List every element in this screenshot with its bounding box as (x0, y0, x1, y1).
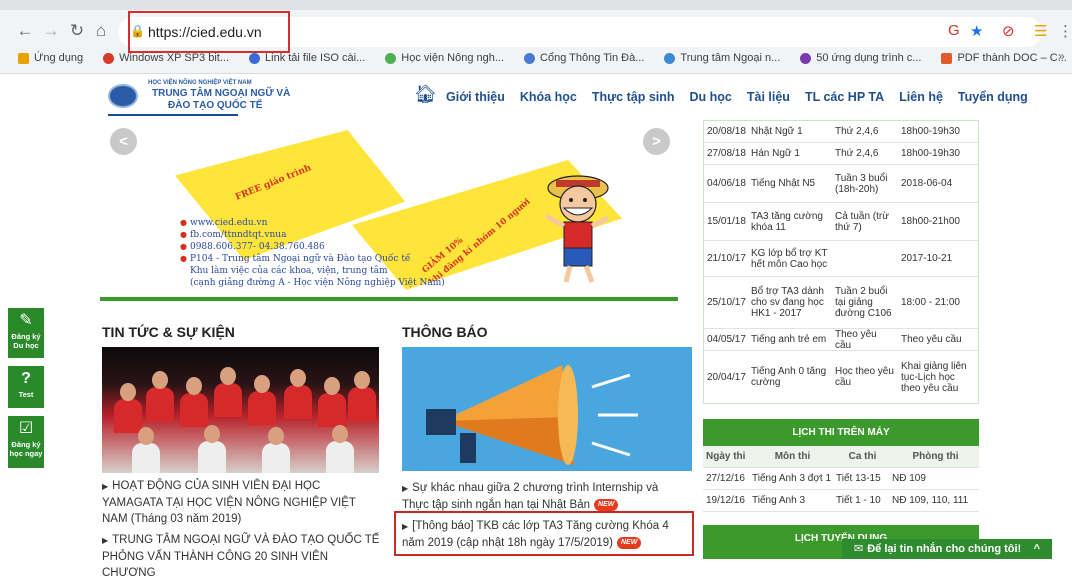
news-item[interactable]: ▶ TRUNG TÂM NGOẠI NGỮ VÀ ĐÀO TẠO QUỐC TẾ … (102, 532, 380, 581)
caret-right-icon: ▶ (402, 484, 409, 493)
adblock-icon[interactable]: ⊘ (1002, 22, 1015, 40)
bookmark-item[interactable]: 50 ứng dụng trình c... (800, 52, 921, 64)
caret-right-icon: ▶ (102, 536, 109, 545)
bookmark-star-icon[interactable]: ★ (970, 22, 983, 40)
bookmark-item[interactable]: Học viện Nông ngh... (385, 52, 504, 64)
menu-item-tai-lieu[interactable]: Tài liệu (747, 90, 790, 104)
edit-icon: ✎ (19, 312, 33, 329)
phone-icon: ● (180, 242, 187, 251)
table-header-row: Ngày thi Môn thi Ca thi Phòng thi (703, 446, 979, 468)
cartoon-character-image (544, 175, 610, 283)
bookmark-item[interactable]: Ứng dụng (18, 52, 83, 64)
logo-title-line2[interactable]: ĐÀO TẠO QUỐC TẾ (168, 100, 262, 111)
bookmark-icon (103, 52, 115, 64)
table-row[interactable]: 04/06/18 Tiếng Nhật N5 Tuần 3 buổi (18h-20… (704, 165, 978, 203)
mail-icon: ✉ (854, 543, 864, 555)
menu-icon[interactable]: ⋮ (1058, 22, 1072, 40)
table-row[interactable]: 25/10/17 Bổ trợ TA3 dành cho sv đang học … (704, 277, 978, 329)
home-browser-icon[interactable]: ⌂ (90, 20, 112, 42)
bookmark-icon (800, 52, 812, 64)
register-study-abroad-button[interactable]: ✎ Đăng ký Du học (8, 308, 44, 358)
bookmark-icon (664, 52, 676, 64)
web-icon: ● (180, 218, 187, 227)
forward-icon[interactable]: → (40, 20, 62, 42)
banner-slider: FREE giáo trình GIẢM 10% khi đăng kí nhóm… (100, 120, 678, 300)
location-icon: ● (180, 254, 187, 263)
back-icon[interactable]: ← (14, 20, 36, 42)
menu-item-gioi-thieu[interactable]: Giới thiệu (446, 90, 505, 104)
bookmark-item[interactable]: Trung tâm Ngoại n... (664, 52, 780, 64)
megaphone-icon (426, 365, 638, 465)
bookmark-icon (249, 52, 261, 64)
facebook-icon: ● (180, 230, 187, 239)
bookmark-item[interactable]: Link tải file ISO cài... (249, 52, 365, 64)
new-badge: NEW (594, 498, 619, 511)
table-row[interactable]: 04/05/17 Tiếng anh trẻ em Theo yêu cầu Theo… (704, 329, 978, 351)
tab-strip (0, 0, 1072, 10)
news-photo[interactable] (102, 347, 379, 473)
table-row[interactable]: 19/12/16 Tiếng Anh 3 Tiết 1 - 10 NĐ 109, 11… (703, 490, 979, 512)
table-row[interactable]: 20/04/17 Tiếng Anh 0 tăng cường Học theo y… (704, 351, 978, 403)
notice-item[interactable]: ▶ Sự khác nhau giữa 2 chương trình Intern… (402, 480, 688, 513)
site-header: HỌC VIỆN NÔNG NGHIỆP VIỆT NAM TRUNG TÂM … (0, 76, 1072, 120)
logo-icon[interactable] (108, 84, 138, 108)
logo-parent-org: HỌC VIỆN NÔNG NGHIỆP VIỆT NAM (148, 80, 252, 86)
menu-item-du-hoc[interactable]: Du học (690, 90, 732, 104)
bookmark-item[interactable]: PDF thành DOC – C... (941, 52, 1067, 64)
bookmark-icon (18, 52, 29, 64)
banner-underline (100, 297, 678, 301)
bookmark-icon (385, 52, 397, 64)
url-highlight-box (128, 11, 290, 53)
table-row[interactable]: 15/01/18 TA3 tăng cường khóa 11 Cả tuần (t… (704, 203, 978, 241)
checkbox-icon: ☑ (18, 420, 34, 437)
home-icon[interactable]: 🏠︎ (414, 84, 437, 105)
chevron-up-icon[interactable]: ^ (1034, 539, 1040, 559)
register-now-button[interactable]: ☑ Đăng ký học ngay (8, 416, 44, 468)
leave-message-bar[interactable]: ✉ Để lại tin nhắn cho chúng tôi! ^ (842, 539, 1052, 559)
banner-contacts: ● www.cied.edu.vn ● fb.com/ttnndtqt.vnua ●… (180, 218, 445, 288)
table-row[interactable]: 27/08/18 Hán Ngữ 1 Thứ 2,4,6 18h00-19h30 (704, 143, 978, 165)
bookmark-icon (524, 52, 536, 64)
more-bookmarks[interactable]: » (1058, 49, 1065, 63)
table-row[interactable]: 20/08/18 Nhật Ngữ 1 Thứ 2,4,6 18h00-19h30 (704, 121, 978, 143)
menu-item-thuc-tap-sinh[interactable]: Thực tập sinh (592, 90, 675, 104)
main-menu: Giới thiệu Khóa học Thực tập sinh Du học… (446, 90, 1028, 104)
test-button[interactable]: ? Test (8, 366, 44, 408)
menu-item-lien-he[interactable]: Liên hệ (899, 90, 943, 104)
bookmark-icon (941, 52, 953, 64)
slider-next-button[interactable]: > (643, 128, 670, 155)
logo-title-line1[interactable]: TRUNG TÂM NGOẠI NGỮ VÀ (152, 88, 290, 99)
reload-icon[interactable]: ↻ (66, 20, 88, 42)
extension-icon[interactable]: G (948, 22, 960, 39)
menu-item-khoa-hoc[interactable]: Khóa học (520, 90, 577, 104)
news-section-title: TIN TỨC & SỰ KIỆN (102, 324, 235, 340)
slider-prev-button[interactable]: < (110, 128, 137, 155)
megaphone-image[interactable] (402, 347, 692, 471)
caret-right-icon: ▶ (102, 482, 109, 491)
bookmark-item[interactable]: Windows XP SP3 bit... (103, 52, 229, 64)
notice-highlight-box (394, 511, 694, 556)
bookmark-item[interactable]: Cổng Thông Tin Đà... (524, 52, 644, 64)
extension-icon-2[interactable]: ☰ (1034, 22, 1047, 40)
exam-schedule-table: Ngày thi Môn thi Ca thi Phòng thi 27/12/… (703, 446, 979, 512)
notice-section-title: THÔNG BÁO (402, 324, 488, 340)
news-item[interactable]: ▶ HOẠT ĐỘNG CỦA SINH VIÊN ĐẠI HỌC YAMAGAT… (102, 478, 380, 527)
logo-underline (108, 114, 238, 116)
table-row[interactable]: 27/12/16 Tiếng Anh 3 đợt 1 Tiết 13-15 NĐ 10… (703, 468, 979, 490)
menu-item-tl-cac-hp-ta[interactable]: TL các HP TA (805, 90, 884, 104)
table-row[interactable]: 21/10/17 KG lớp bổ trợ KT hết môn Cao học… (704, 241, 978, 277)
exam-schedule-title: LỊCH THI TRÊN MÁY (703, 419, 979, 446)
course-schedule-table: 20/08/18 Nhật Ngữ 1 Thứ 2,4,6 18h00-19h30 2… (703, 120, 979, 404)
question-icon: ? (21, 370, 31, 387)
menu-item-tuyen-dung[interactable]: Tuyển dụng (958, 90, 1028, 104)
